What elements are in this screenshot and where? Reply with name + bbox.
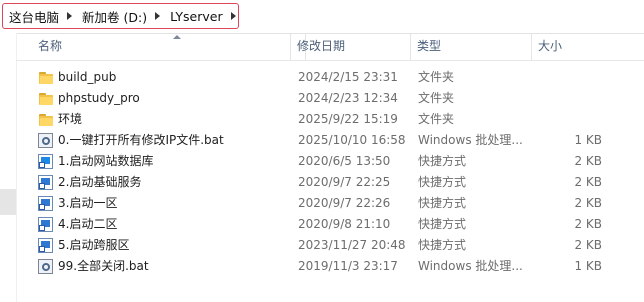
file-list: build_pub 2024/2/15 23:31 文件夹 phpstudy_p…: [16, 67, 644, 277]
folder-icon: [37, 111, 54, 128]
breadcrumb-label: 新加卷 (D:): [82, 9, 148, 25]
file-type: 文件夹: [418, 91, 455, 105]
chevron-right-icon[interactable]: [155, 12, 161, 20]
folder-icon: [37, 69, 54, 86]
file-name[interactable]: 0.一键打开所有修改IP文件.bat: [58, 130, 224, 151]
file-row[interactable]: phpstudy_pro 2024/2/23 12:34 文件夹: [16, 88, 644, 109]
address-input-area[interactable]: [239, 3, 644, 29]
file-type: 快捷方式: [418, 238, 467, 252]
file-date: 2019/11/3 23:17: [298, 259, 398, 273]
file-size: 1 KB: [574, 133, 602, 147]
navigation-pane[interactable]: [0, 33, 17, 302]
file-row[interactable]: 4.启动二区 2020/9/8 21:10 快捷方式 2 KB: [16, 214, 644, 235]
file-date: 2024/2/23 12:34: [298, 91, 398, 105]
file-size: 1 KB: [574, 259, 602, 273]
breadcrumb-item-lyserver[interactable]: LYserver: [170, 9, 246, 24]
file-date: 2020/6/5 13:50: [298, 154, 391, 168]
column-header-label: 类型: [417, 39, 442, 53]
file-name[interactable]: 99.全部关闭.bat: [58, 256, 149, 277]
shortcut-icon: [37, 153, 54, 170]
file-size: 2 KB: [574, 196, 602, 210]
file-size: 2 KB: [574, 217, 602, 231]
file-name[interactable]: 1.启动网站数据库: [58, 151, 153, 172]
shortcut-icon: [37, 237, 54, 254]
file-row[interactable]: 0.一键打开所有修改IP文件.bat 2025/10/10 16:58 Wind…: [16, 130, 644, 151]
file-type: 文件夹: [418, 70, 455, 84]
file-type: Windows 批处理...: [418, 259, 523, 273]
file-name[interactable]: 环境: [58, 109, 82, 130]
file-name[interactable]: 4.启动二区: [58, 214, 117, 235]
file-date: 2024/2/15 23:31: [298, 70, 398, 84]
breadcrumb-item-this-pc[interactable]: 这台电脑: [9, 7, 82, 26]
breadcrumb-label: 这台电脑: [9, 9, 60, 25]
navigation-pane-selected-item[interactable]: [0, 189, 16, 215]
column-header-label: 名称: [38, 39, 63, 53]
file-date: 2020/9/8 21:10: [298, 217, 391, 231]
file-name[interactable]: 3.启动一区: [58, 193, 117, 214]
column-header-type[interactable]: 类型: [411, 33, 532, 60]
folder-icon: [37, 90, 54, 107]
breadcrumb: 这台电脑 新加卷 (D:) LYserver: [2, 3, 239, 29]
file-row[interactable]: 3.启动一区 2020/9/7 22:26 快捷方式 2 KB: [16, 193, 644, 214]
file-row[interactable]: 环境 2025/9/22 15:19 文件夹: [16, 109, 644, 130]
file-row[interactable]: 1.启动网站数据库 2020/6/5 13:50 快捷方式 2 KB: [16, 151, 644, 172]
column-header-date[interactable]: 修改日期: [290, 33, 411, 60]
file-date: 2023/11/27 20:48: [298, 238, 406, 252]
address-bar[interactable]: 这台电脑 新加卷 (D:) LYserver: [0, 0, 644, 34]
file-date: 2025/9/22 15:19: [298, 112, 398, 126]
file-name[interactable]: phpstudy_pro: [58, 88, 140, 109]
sort-ascending-icon: [173, 35, 181, 39]
file-row[interactable]: build_pub 2024/2/15 23:31 文件夹: [16, 67, 644, 88]
file-size: 2 KB: [574, 154, 602, 168]
file-row[interactable]: 5.启动跨服区 2023/11/27 20:48 快捷方式 2 KB: [16, 235, 644, 256]
file-name[interactable]: 2.启动基础服务: [58, 172, 141, 193]
file-type: Windows 批处理...: [418, 133, 523, 147]
file-date: 2020/9/7 22:25: [298, 175, 391, 189]
batch-file-icon: [37, 258, 54, 275]
column-header-bar: 名称 修改日期 类型 大小: [16, 33, 644, 61]
file-row[interactable]: 99.全部关闭.bat 2019/11/3 23:17 Windows 批处理.…: [16, 256, 644, 277]
column-header-label: 大小: [538, 39, 563, 53]
breadcrumb-label: LYserver: [170, 8, 223, 24]
file-date: 2020/9/7 22:26: [298, 196, 391, 210]
file-name[interactable]: build_pub: [58, 67, 116, 88]
column-header-name[interactable]: 名称: [32, 33, 306, 60]
file-type: 快捷方式: [418, 196, 467, 210]
file-type: 文件夹: [418, 112, 455, 126]
breadcrumb-item-drive-d[interactable]: 新加卷 (D:): [82, 7, 170, 26]
file-type: 快捷方式: [418, 154, 467, 168]
shortcut-icon: [37, 174, 54, 191]
file-date: 2025/10/10 16:58: [298, 133, 406, 147]
file-name[interactable]: 5.启动跨服区: [58, 235, 129, 256]
file-size: 2 KB: [574, 238, 602, 252]
file-size: 2 KB: [574, 175, 602, 189]
shortcut-icon: [37, 216, 54, 233]
file-type: 快捷方式: [418, 217, 467, 231]
column-header-size[interactable]: 大小: [532, 33, 606, 60]
chevron-right-icon[interactable]: [67, 12, 73, 20]
batch-file-icon: [37, 132, 54, 149]
file-row[interactable]: 2.启动基础服务 2020/9/7 22:25 快捷方式 2 KB: [16, 172, 644, 193]
shortcut-icon: [37, 195, 54, 212]
column-header-label: 修改日期: [297, 39, 346, 53]
file-type: 快捷方式: [418, 175, 467, 189]
chevron-right-icon[interactable]: [230, 12, 236, 20]
